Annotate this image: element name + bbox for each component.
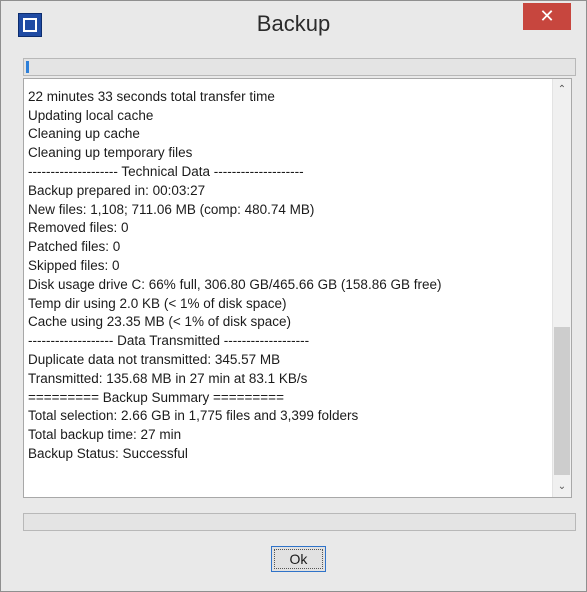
log-line: Removed files: 0 xyxy=(28,220,129,236)
log-output[interactable]: 22 minutes 33 seconds total transfer tim… xyxy=(23,78,572,498)
log-line: Temp dir using 2.0 KB (< 1% of disk spac… xyxy=(28,295,287,311)
title-bar: Backup ✕ xyxy=(1,1,586,63)
ok-button-label: Ok xyxy=(289,551,308,567)
close-button[interactable]: ✕ xyxy=(523,3,571,30)
scroll-up-icon[interactable]: ⌃ xyxy=(553,79,571,96)
log-line: New files: 1,108; 711.06 MB (comp: 480.7… xyxy=(28,201,315,217)
log-line: ------------------- Data Transmitted ---… xyxy=(28,333,310,349)
log-lines: 22 minutes 33 seconds total transfer tim… xyxy=(28,79,548,464)
log-line: Disk usage drive C: 66% full, 306.80 GB/… xyxy=(28,276,442,292)
log-line: Updating local cache xyxy=(28,107,154,123)
progress-bar-top xyxy=(23,58,576,76)
vertical-scrollbar[interactable]: ⌃ ⌄ xyxy=(552,79,571,497)
progress-bar-bottom xyxy=(23,513,576,531)
log-line: Cleaning up temporary files xyxy=(28,145,193,161)
log-line: -------------------- Technical Data ----… xyxy=(28,163,304,179)
log-line: Transmitted: 135.68 MB in 27 min at 83.1… xyxy=(28,370,308,386)
window-title: Backup xyxy=(256,11,331,36)
log-line: Skipped files: 0 xyxy=(28,257,120,273)
log-line: Backup Status: Successful xyxy=(28,445,188,461)
log-line: Cleaning up cache xyxy=(28,126,140,142)
log-line: Backup prepared in: 00:03:27 xyxy=(28,182,206,198)
progress-fill-top xyxy=(26,61,29,73)
scroll-thumb[interactable] xyxy=(554,327,570,475)
log-line: ========= Backup Summary ========= xyxy=(28,389,284,405)
log-line: Total backup time: 27 min xyxy=(28,427,182,443)
ok-button[interactable]: Ok xyxy=(271,546,326,572)
log-line: Cache using 23.35 MB (< 1% of disk space… xyxy=(28,314,292,330)
log-line: Patched files: 0 xyxy=(28,239,121,255)
backup-window: Backup ✕ 22 minutes 33 seconds total tra… xyxy=(0,0,587,592)
log-line: Total selection: 2.66 GB in 1,775 files … xyxy=(28,408,359,424)
log-line: Duplicate data not transmitted: 345.57 M… xyxy=(28,351,281,367)
log-line: 22 minutes 33 seconds total transfer tim… xyxy=(28,88,275,104)
scroll-down-icon[interactable]: ⌄ xyxy=(553,480,571,497)
